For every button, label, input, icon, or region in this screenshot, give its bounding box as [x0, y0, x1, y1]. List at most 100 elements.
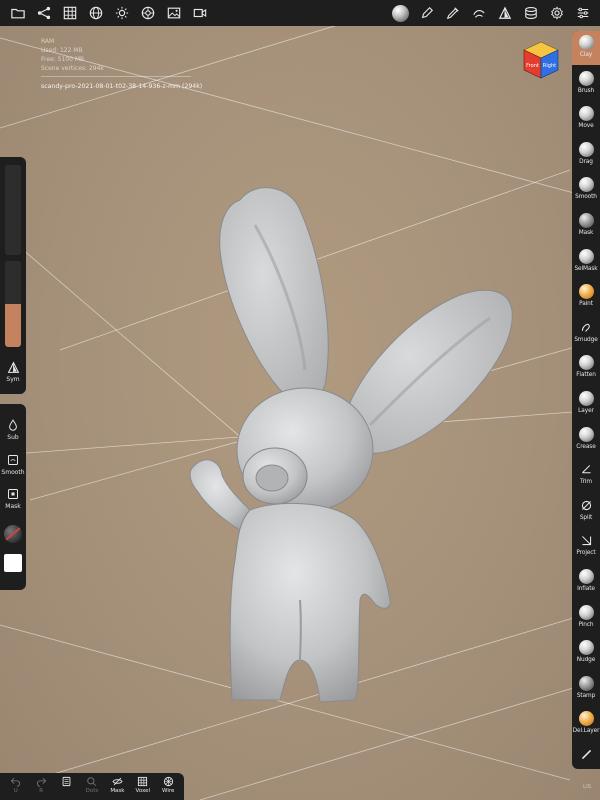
ram-used: Used: 122 MB — [41, 47, 83, 54]
scene-info: RAM Used: 122 MB Free: 5100 MB Scene ver… — [41, 37, 202, 91]
brush-settings-panel: Sym — [0, 157, 26, 394]
stroke-options-panel: Sub Smooth Mask — [0, 404, 26, 590]
droplet-icon — [6, 418, 20, 432]
intensity-slider-fill — [5, 304, 21, 347]
sub-button[interactable]: Sub — [0, 415, 26, 449]
stamp-ball-icon — [578, 675, 594, 691]
search-icon — [86, 775, 98, 787]
3d-viewport[interactable] — [0, 0, 600, 800]
tool-label: Smudge — [574, 336, 598, 343]
search-button[interactable]: Dots — [79, 775, 104, 799]
mask-label: Mask — [5, 503, 21, 510]
sculpt-tools-panel: Clay Brush Move Drag Smooth Mask SelMask Paint S… — [572, 31, 600, 769]
trash-button[interactable] — [54, 775, 79, 799]
tool-trim[interactable]: Trim — [572, 458, 600, 492]
radius-slider[interactable] — [5, 165, 21, 255]
bottom-button-label: Voxel — [135, 788, 151, 794]
bottom-toolbar: U R Dots Mask Voxel Wire — [0, 773, 184, 800]
tool-drag[interactable]: Drag — [572, 138, 600, 172]
voxel-grid-button[interactable]: Voxel — [130, 775, 155, 799]
tool-inflate[interactable]: Inflate — [572, 565, 600, 599]
undo-button[interactable]: U — [3, 775, 28, 799]
gear-icon[interactable] — [547, 4, 566, 23]
tool-stamp[interactable]: Stamp — [572, 672, 600, 706]
triangle-split-icon[interactable] — [495, 4, 514, 23]
selmask-ball-icon — [578, 248, 594, 264]
tool-label: Pinch — [578, 621, 594, 628]
stack-icon[interactable] — [521, 4, 540, 23]
sun-icon[interactable] — [112, 4, 131, 23]
mask-toggle-button[interactable]: Mask — [0, 484, 26, 518]
undo-icon — [10, 775, 22, 787]
tool-dellayer[interactable]: Del.Layer — [572, 707, 600, 741]
tool-flatten[interactable]: Flatten — [572, 351, 600, 385]
tool-move[interactable]: Move — [572, 102, 600, 136]
pinch-ball-icon — [578, 604, 594, 620]
share-icon[interactable] — [34, 4, 53, 23]
tool-label: Drag — [579, 158, 593, 165]
tool-brush[interactable]: Brush — [572, 67, 600, 101]
material-ball-icon[interactable] — [4, 525, 22, 543]
tool-label: Layer — [578, 408, 594, 414]
smudge-icon — [579, 320, 594, 335]
sliders-icon[interactable] — [573, 4, 592, 23]
scene-filename: scandy-pro-2021-08-01-t02-38-14-936-z-mm… — [41, 83, 203, 90]
bottom-button-label: U — [13, 788, 18, 794]
brush-ball-icon — [578, 70, 594, 86]
tool-project[interactable]: Project — [572, 529, 600, 563]
image-icon[interactable] — [164, 4, 183, 23]
layers-stroke-icon[interactable] — [469, 4, 488, 23]
sub-label: Sub — [7, 434, 19, 441]
top-toolbar-left — [8, 4, 209, 23]
bottom-button-label: Wire — [162, 788, 175, 794]
dellayer-ball-icon — [578, 711, 594, 727]
project-icon — [579, 533, 594, 548]
tool-clay[interactable]: Clay — [572, 31, 600, 65]
tool-label: Clay — [579, 52, 593, 58]
folder-icon[interactable] — [8, 4, 27, 23]
pen-icon[interactable] — [417, 4, 436, 23]
tool-layer[interactable]: Layer — [572, 387, 600, 421]
redo-button[interactable]: R — [28, 775, 53, 799]
tool-label: Paint — [579, 301, 593, 308]
globe-icon[interactable] — [86, 4, 105, 23]
bottom-button-label: Dots — [85, 788, 99, 794]
tool-label: Move — [578, 123, 594, 130]
tool-mask[interactable]: Mask — [572, 209, 600, 243]
tool-smudge[interactable]: Smudge — [572, 316, 600, 350]
mask-square-icon — [6, 487, 20, 501]
tool-label: Mask — [578, 230, 594, 236]
clay-ball-icon — [578, 35, 594, 50]
wireframe-button[interactable]: Wire — [156, 775, 181, 799]
tool-label: Split — [579, 514, 593, 521]
symmetry-button[interactable]: Sym — [0, 357, 26, 391]
intensity-slider[interactable] — [5, 261, 21, 347]
tool-pinch[interactable]: Pinch — [572, 601, 600, 635]
tool-paint[interactable]: Paint — [572, 280, 600, 314]
tool-crease[interactable]: Crease — [572, 423, 600, 457]
video-icon[interactable] — [190, 4, 209, 23]
symmetry-label: Sym — [6, 376, 20, 383]
grid-icon[interactable] — [60, 4, 79, 23]
tool-smooth[interactable]: Smooth — [572, 173, 600, 207]
move-ball-icon — [578, 106, 594, 122]
tool-nudge[interactable]: Nudge — [572, 636, 600, 670]
info-divider — [41, 76, 191, 77]
tool-label: SelMask — [574, 265, 598, 272]
tool-split[interactable]: Split — [572, 494, 600, 528]
matcap-sphere-icon[interactable] — [391, 4, 410, 23]
tool-stroke[interactable] — [572, 743, 600, 777]
color-swatch[interactable] — [4, 554, 22, 572]
view-cube[interactable]: Front Right — [520, 40, 562, 82]
smooth-ball-icon — [578, 177, 594, 193]
sculpt-model-bunny[interactable] — [0, 0, 600, 800]
brush-pen-icon[interactable] — [443, 4, 462, 23]
crease-ball-icon — [578, 426, 594, 442]
settings-gear-icon[interactable] — [138, 4, 157, 23]
tool-selmask[interactable]: SelMask — [572, 245, 600, 279]
split-icon — [579, 498, 594, 513]
smooth-toggle-button[interactable]: Smooth — [0, 450, 26, 484]
mask-ball-icon — [578, 213, 594, 228]
smooth-label: Smooth — [1, 469, 25, 476]
mask-eye-button[interactable]: Mask — [105, 775, 130, 799]
